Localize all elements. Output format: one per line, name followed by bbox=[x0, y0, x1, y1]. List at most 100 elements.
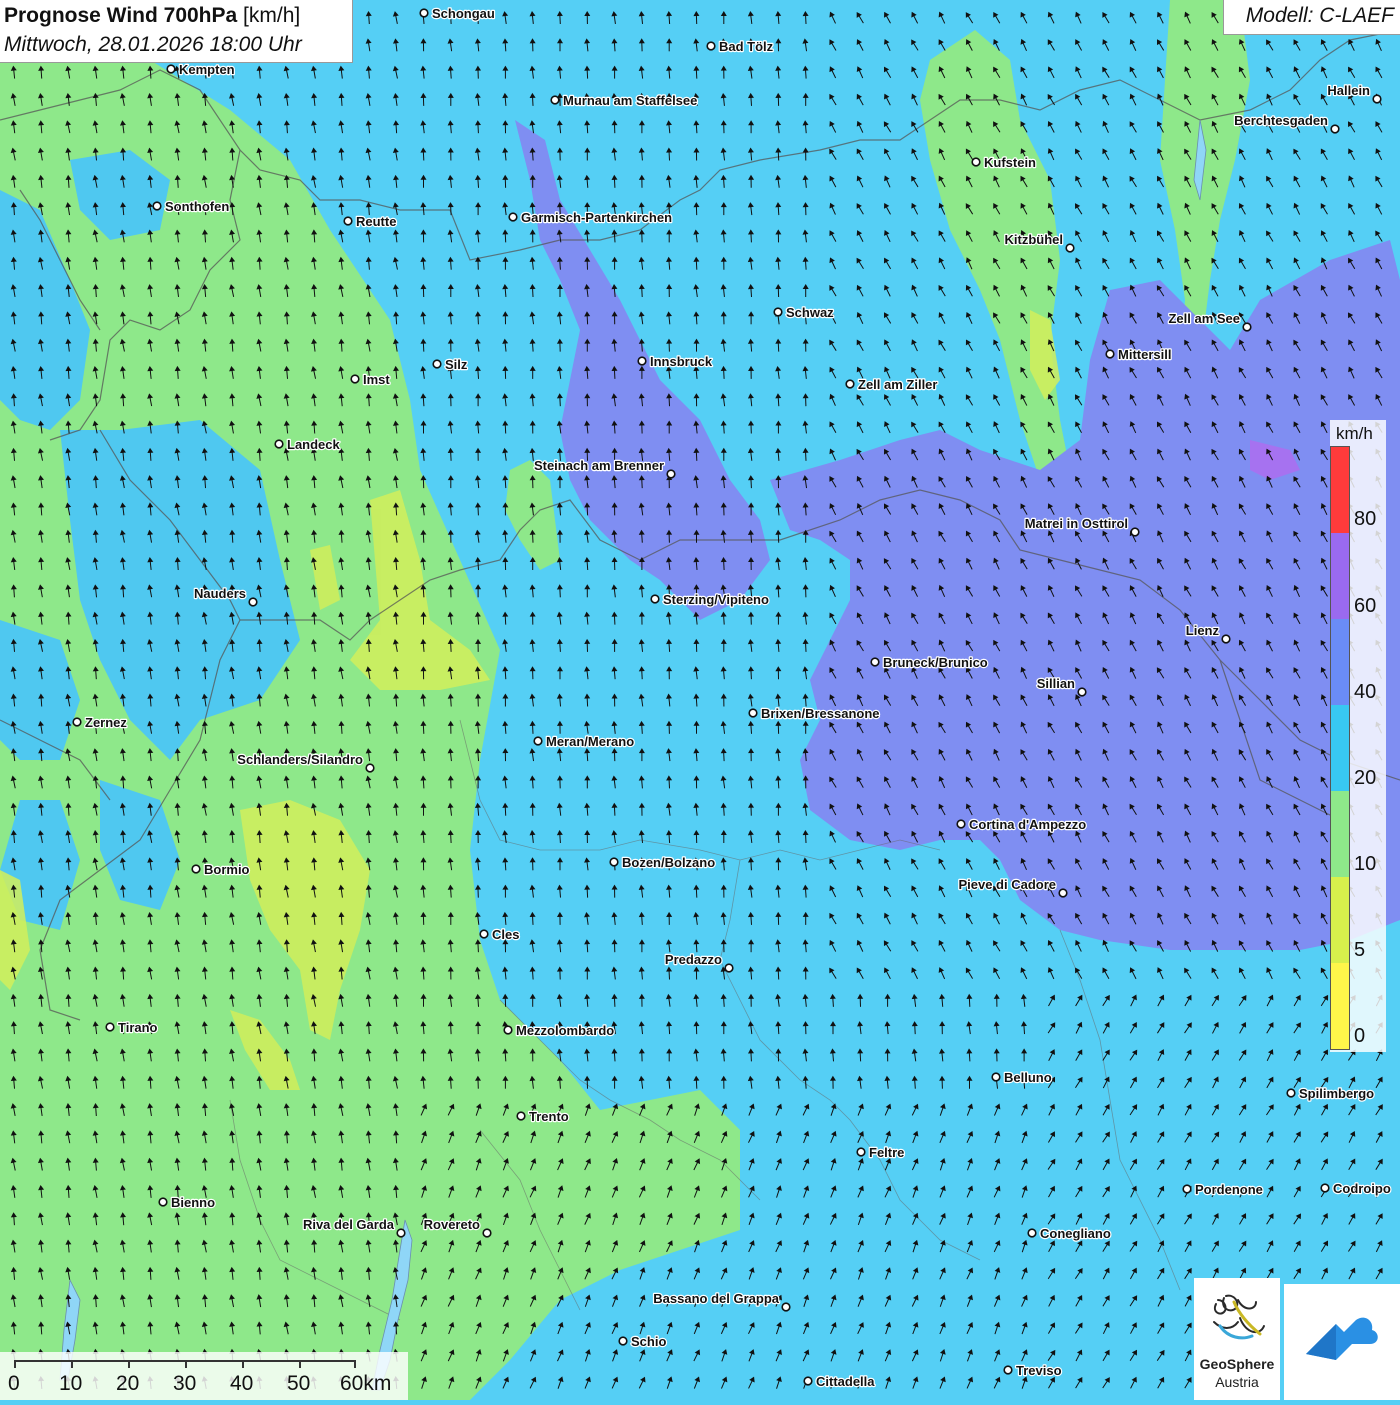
city-label: Berchtesgaden bbox=[1234, 113, 1328, 128]
city-marker: Bruneck/Brunico bbox=[871, 655, 988, 670]
city-dot-icon bbox=[1321, 1184, 1329, 1192]
city-label: Predazzo bbox=[665, 952, 722, 967]
title-box: Prognose Wind 700hPa [km/h] Mittwoch, 28… bbox=[0, 0, 353, 63]
city-label: Nauders bbox=[194, 586, 246, 601]
forecast-date: Mittwoch, 28.01.2026 18:00 Uhr bbox=[4, 33, 302, 57]
scale-tick bbox=[185, 1360, 187, 1368]
city-label: Riva del Garda bbox=[303, 1217, 395, 1232]
city-dot-icon bbox=[397, 1229, 405, 1237]
city-dot-icon bbox=[159, 1198, 167, 1206]
city-label: Sillian bbox=[1037, 676, 1075, 691]
color-legend: km/h 80 60 40 20 10 5 0 bbox=[1330, 420, 1386, 1052]
city-dot-icon bbox=[351, 375, 359, 383]
city-label: Cles bbox=[492, 927, 519, 942]
city-label: Zell am Ziller bbox=[858, 377, 937, 392]
city-label: Conegliano bbox=[1040, 1226, 1111, 1241]
city-label: Cortina d'Ampezzo bbox=[969, 817, 1086, 832]
scale-tick bbox=[242, 1360, 244, 1368]
city-marker: Pordenone bbox=[1183, 1182, 1263, 1197]
city-label: Reutte bbox=[356, 214, 396, 229]
city-label: Sonthofen bbox=[165, 199, 229, 214]
legend-label-80: 80 bbox=[1354, 508, 1376, 531]
city-dot-icon bbox=[1106, 350, 1114, 358]
city-label: Meran/Merano bbox=[546, 734, 634, 749]
city-dot-icon bbox=[774, 308, 782, 316]
city-label: Mezzolombardo bbox=[516, 1023, 614, 1038]
city-dot-icon bbox=[707, 42, 715, 50]
city-dot-icon bbox=[1287, 1089, 1295, 1097]
city-label: Bozen/Bolzano bbox=[622, 855, 715, 870]
city-dot-icon bbox=[366, 764, 374, 772]
scale-label-10: 10 bbox=[59, 1372, 82, 1396]
city-label: Tirano bbox=[118, 1020, 158, 1035]
city-dot-icon bbox=[992, 1073, 1000, 1081]
city-dot-icon bbox=[1331, 125, 1339, 133]
city-dot-icon bbox=[275, 440, 283, 448]
legend-seg-60 bbox=[1331, 533, 1349, 619]
wind-map: Schongau Kempten Bad Tölz Murnau am Staffel… bbox=[0, 0, 1400, 1400]
model-box: Modell: C-LAEF bbox=[1223, 0, 1400, 35]
city-dot-icon bbox=[1004, 1366, 1012, 1374]
legend-label-40: 40 bbox=[1354, 681, 1376, 704]
scale-label-0: 0 bbox=[8, 1372, 20, 1396]
city-dot-icon bbox=[517, 1112, 525, 1120]
city-dot-icon bbox=[1373, 95, 1381, 103]
city-label: Schongau bbox=[432, 6, 495, 21]
scale-bar: 0 10 20 30 40 50 60km bbox=[0, 1352, 408, 1400]
city-label: Kitzbühel bbox=[1005, 232, 1064, 247]
city-marker: Sterzing/Vipiteno bbox=[651, 592, 769, 607]
city-label: Zell am See bbox=[1168, 311, 1240, 326]
logo-area: GeoSphere Austria bbox=[1194, 1278, 1400, 1400]
city-label: Schlanders/Silandro bbox=[237, 752, 363, 767]
legend-seg-0 bbox=[1331, 963, 1349, 1049]
legend-unit: km/h bbox=[1336, 424, 1373, 444]
city-dot-icon bbox=[509, 213, 517, 221]
weather-app-icon bbox=[1284, 1284, 1400, 1400]
map-title-unit: [km/h] bbox=[243, 4, 300, 27]
city-label: Matrei in Osttirol bbox=[1025, 516, 1128, 531]
city-dot-icon bbox=[725, 964, 733, 972]
scale-label-60km: 60km bbox=[340, 1372, 391, 1396]
city-label: Bienno bbox=[171, 1195, 215, 1210]
scale-tick bbox=[354, 1360, 356, 1368]
city-label: Murnau am Staffelsee bbox=[563, 93, 697, 108]
city-label: Kempten bbox=[179, 62, 235, 77]
city-label: Bassano del Grappa bbox=[653, 1291, 779, 1306]
city-dot-icon bbox=[480, 930, 488, 938]
city-dot-icon bbox=[782, 1303, 790, 1311]
city-dot-icon bbox=[846, 380, 854, 388]
city-marker: Meran/Merano bbox=[534, 734, 634, 749]
model-name: Modell: C-LAEF bbox=[1246, 4, 1394, 28]
city-dot-icon bbox=[619, 1337, 627, 1345]
city-label: Landeck bbox=[287, 437, 341, 452]
city-label: Bad Tölz bbox=[719, 39, 774, 54]
scale-tick bbox=[299, 1360, 301, 1368]
city-label: Pieve di Cadore bbox=[958, 877, 1056, 892]
city-label: Schwaz bbox=[786, 305, 834, 320]
city-dot-icon bbox=[153, 202, 161, 210]
city-marker: Innsbruck bbox=[638, 354, 713, 369]
scale-tick bbox=[71, 1360, 73, 1368]
city-dot-icon bbox=[638, 357, 646, 365]
scale-tick bbox=[128, 1360, 130, 1368]
city-dot-icon bbox=[857, 1148, 865, 1156]
geosphere-logo: GeoSphere Austria bbox=[1194, 1278, 1280, 1400]
legend-seg-20 bbox=[1331, 705, 1349, 791]
city-dot-icon bbox=[1131, 528, 1139, 536]
city-dot-icon bbox=[420, 9, 428, 17]
city-marker: Schongau bbox=[420, 6, 495, 21]
city-label: Imst bbox=[363, 372, 390, 387]
city-dot-icon bbox=[871, 658, 879, 666]
city-label: Bormio bbox=[204, 862, 250, 877]
legend-label-0: 0 bbox=[1354, 1025, 1365, 1048]
city-marker: Brixen/Bressanone bbox=[749, 706, 879, 721]
city-label: Lienz bbox=[1186, 623, 1220, 638]
city-dot-icon bbox=[972, 158, 980, 166]
city-dot-icon bbox=[1183, 1185, 1191, 1193]
legend-seg-40 bbox=[1331, 619, 1349, 705]
scale-label-50: 50 bbox=[287, 1372, 310, 1396]
legend-seg-10 bbox=[1331, 791, 1349, 877]
city-label: Silz bbox=[445, 357, 468, 372]
city-marker: Bozen/Bolzano bbox=[610, 855, 715, 870]
city-dot-icon bbox=[667, 470, 675, 478]
